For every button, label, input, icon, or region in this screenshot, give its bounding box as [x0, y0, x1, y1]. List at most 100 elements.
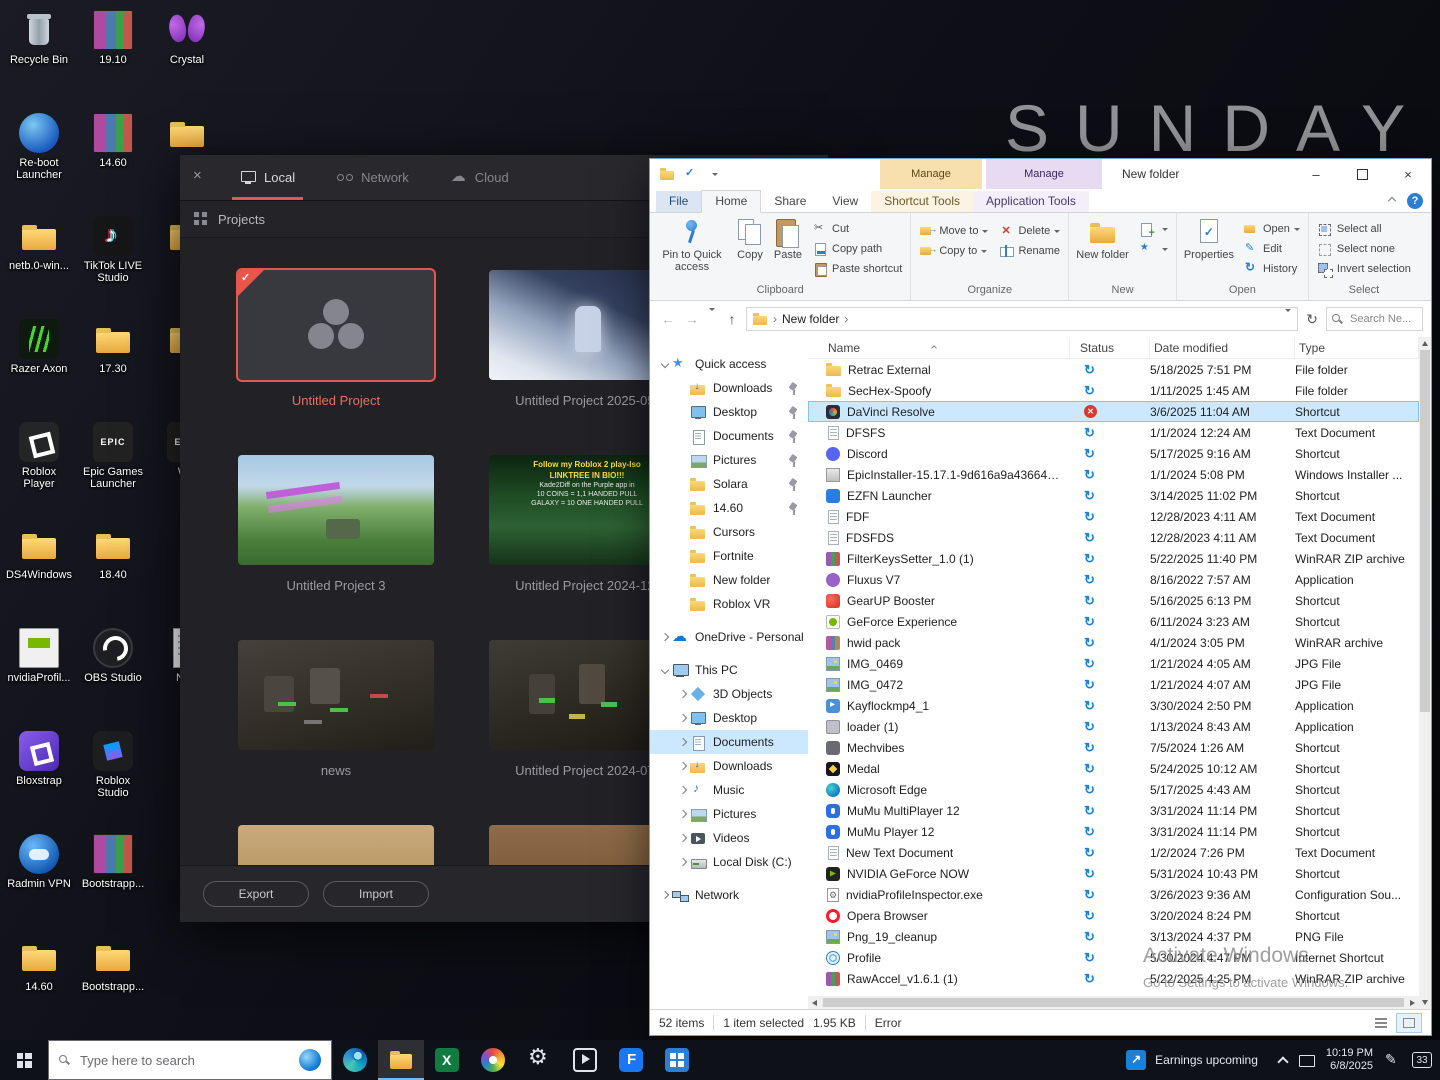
search-input[interactable]: [1348, 312, 1417, 326]
taskbar-search-input[interactable]: [78, 1051, 291, 1069]
file-row-loader-1[interactable]: loader (1) ↻ 1/13/2024 8:43 AM Application: [808, 716, 1419, 737]
file-row-kayflockmp4-1[interactable]: Kayflockmp4_1 ↻ 3/30/2024 2:50 PM Applicati…: [808, 695, 1419, 716]
project-card[interactable]: news: [238, 640, 434, 778]
file-row-fdf[interactable]: FDF ↻ 12/28/2023 4:11 AM Text Document: [808, 506, 1419, 527]
nav-item-downloads[interactable]: Downloads: [650, 376, 808, 400]
taskbar-win-app-button[interactable]: [654, 1040, 700, 1080]
file-row-nvidia-geforce-now[interactable]: NVIDIA GeForce NOW ↻ 5/31/2024 10:43 PM Sho…: [808, 863, 1419, 884]
desktop-icon-razer-axon[interactable]: Razer Axon: [6, 319, 72, 417]
taskbar-edge-button[interactable]: [332, 1040, 378, 1080]
column-status[interactable]: Status: [1070, 337, 1150, 358]
cortana-icon[interactable]: [299, 1049, 321, 1071]
open-button[interactable]: Open: [1238, 219, 1305, 239]
file-row-opera-browser[interactable]: Opera Browser ↻ 3/20/2024 8:24 PM Shortcut: [808, 905, 1419, 926]
rename-button[interactable]: Rename: [993, 241, 1065, 261]
column-type[interactable]: Type: [1295, 337, 1419, 358]
clock[interactable]: 10:19 PM 6/8/2025: [1326, 1047, 1373, 1073]
display-icon[interactable]: [1298, 1052, 1315, 1069]
new-item-button[interactable]: [1133, 219, 1173, 239]
file-row-gearup-booster[interactable]: GearUP Booster ↻ 5/16/2025 6:13 PM Shortcut: [808, 590, 1419, 611]
nav-item-videos[interactable]: Videos: [650, 826, 808, 850]
start-button[interactable]: [0, 1040, 48, 1080]
desktop-icon-18-40[interactable]: 18.40: [80, 525, 146, 623]
application-tools-manage-header[interactable]: Manage: [986, 159, 1102, 189]
desktop-icon-bloxstrap[interactable]: Bloxstrap: [6, 731, 72, 829]
file-row-fdsfds[interactable]: FDSFDS ↻ 12/28/2023 4:11 AM Text Document: [808, 527, 1419, 548]
file-row-davinci-resolve[interactable]: DaVinci Resolve ✕ 3/6/2025 11:04 AM Shortcu…: [808, 401, 1419, 422]
expand-chevron-icon[interactable]: [658, 632, 672, 642]
project-card[interactable]: Untitled Project 3: [238, 455, 434, 593]
collapse-ribbon-chevron-icon[interactable]: [1387, 196, 1397, 206]
file-row-filterkeyssetter-1-0-1[interactable]: FilterKeysSetter_1.0 (1) ↻ 5/22/2025 11:40…: [808, 548, 1419, 569]
expand-chevron-icon[interactable]: [658, 890, 672, 900]
export-button[interactable]: Export: [203, 881, 309, 907]
nav-item-roblox-vr[interactable]: Roblox VR: [650, 592, 808, 616]
desktop-icon-obs-studio[interactable]: OBS Studio: [80, 628, 146, 726]
scroll-up-icon[interactable]: [1419, 337, 1431, 350]
file-row-geforce-experience[interactable]: GeForce Experience ↻ 6/11/2024 3:23 AM Shor…: [808, 611, 1419, 632]
desktop-icon-17-30[interactable]: 17.30: [80, 319, 146, 417]
column-name[interactable]: Name: [808, 337, 1070, 358]
project-card[interactable]: Untitled Project: [238, 270, 434, 408]
nav-item-solara[interactable]: Solara: [650, 472, 808, 496]
file-row-hwid-pack[interactable]: hwid pack ↻ 4/1/2024 3:05 PM WinRAR archive: [808, 632, 1419, 653]
desktop-icon-crystal[interactable]: Crystal: [154, 10, 220, 108]
tab-cloud[interactable]: Cloud: [441, 155, 519, 200]
desktop-icon-re-boot-launcher[interactable]: Re-boot Launcher: [6, 113, 72, 211]
copy-path-button[interactable]: Copy path: [807, 239, 907, 259]
tab-file[interactable]: File: [656, 191, 702, 212]
file-row-rawaccel-v1-6-1-1[interactable]: RawAccel_v1.6.1 (1) ↻ 5/22/2025 4:25 PM Win…: [808, 968, 1419, 989]
close-icon[interactable]: ×: [193, 168, 202, 184]
scrollbar-thumb[interactable]: [823, 998, 1404, 1007]
edit-button[interactable]: Edit: [1238, 239, 1305, 259]
nav-item-network[interactable]: Network: [650, 883, 808, 907]
expand-chevron-icon[interactable]: [676, 689, 690, 699]
paste-shortcut-button[interactable]: Paste shortcut: [807, 259, 907, 279]
nav-item-3d-objects[interactable]: 3D Objects: [650, 682, 808, 706]
tab-network[interactable]: Network: [327, 155, 419, 200]
nav-item-music[interactable]: Music: [650, 778, 808, 802]
new-folder-button[interactable]: New folder: [1072, 215, 1133, 261]
desktop-icon-14-60[interactable]: 14.60: [80, 113, 146, 211]
pen-icon[interactable]: [1384, 1051, 1401, 1069]
taskbar-excel-button[interactable]: [424, 1040, 470, 1080]
help-icon[interactable]: ?: [1407, 193, 1423, 209]
file-row-new-text-document[interactable]: New Text Document ↻ 1/2/2024 7:26 PM Text D…: [808, 842, 1419, 863]
delete-button[interactable]: Delete: [993, 221, 1065, 241]
desktop-icon-roblox-player[interactable]: Roblox Player: [6, 422, 72, 520]
notification-count-badge[interactable]: 33: [1412, 1052, 1432, 1068]
desktop-icon-netb-0-win[interactable]: netb.0-win...: [6, 216, 72, 314]
desktop-icon-roblox-studio[interactable]: Roblox Studio: [80, 731, 146, 829]
copy-button[interactable]: Copy: [731, 215, 769, 261]
file-row-ezfn-launcher[interactable]: EZFN Launcher ↻ 3/14/2025 11:02 PM Shortcut: [808, 485, 1419, 506]
properties-button[interactable]: Properties: [1180, 215, 1238, 261]
file-row-profile[interactable]: Profile ↻ 5/30/2024 4:47 PM Internet Shortc…: [808, 947, 1419, 968]
file-row-medal[interactable]: Medal ↻ 5/24/2025 10:12 AM Shortcut: [808, 758, 1419, 779]
import-button[interactable]: Import: [323, 881, 429, 907]
address-breadcrumb[interactable]: › New folder ›: [746, 307, 1298, 331]
back-button[interactable]: ←: [658, 311, 678, 327]
tab-application-tools[interactable]: Application Tools: [973, 191, 1089, 212]
column-date-modified[interactable]: Date modified: [1150, 337, 1295, 358]
desktop-icon-tiktok-live-studio[interactable]: TikTok LIVE Studio: [80, 216, 146, 314]
tab-home[interactable]: Home: [701, 190, 762, 213]
maximize-button[interactable]: [1339, 159, 1385, 189]
scrollbar-thumb[interactable]: [1420, 350, 1430, 712]
taskbar-f-app-button[interactable]: [608, 1040, 654, 1080]
file-row-png-19-cleanup[interactable]: Png_19_cleanup ↻ 3/13/2024 4:37 PM PNG File: [808, 926, 1419, 947]
expand-chevron-icon[interactable]: [676, 737, 690, 747]
horizontal-scrollbar[interactable]: [808, 996, 1419, 1009]
tab-shortcut-tools[interactable]: Shortcut Tools: [871, 191, 974, 212]
details-view-button[interactable]: [1368, 1013, 1394, 1033]
paste-button[interactable]: Paste: [769, 215, 807, 261]
up-button[interactable]: ↑: [722, 311, 742, 327]
explorer-search[interactable]: [1326, 307, 1423, 331]
scroll-left-icon[interactable]: [808, 996, 821, 1009]
vertical-scrollbar[interactable]: [1419, 337, 1431, 1009]
file-row-epicinstaller-15-17-1-9d616a9a43664f019f[interactable]: EpicInstaller-15.17.1-9d616a9a43664f019f…: [808, 464, 1419, 485]
tab-view[interactable]: View: [819, 191, 871, 212]
address-dropdown-chevron-icon[interactable]: [1285, 309, 1291, 329]
tab-local[interactable]: Local: [230, 155, 305, 200]
taskbar-color-wheel-button[interactable]: [470, 1040, 516, 1080]
expand-chevron-icon[interactable]: [676, 785, 690, 795]
